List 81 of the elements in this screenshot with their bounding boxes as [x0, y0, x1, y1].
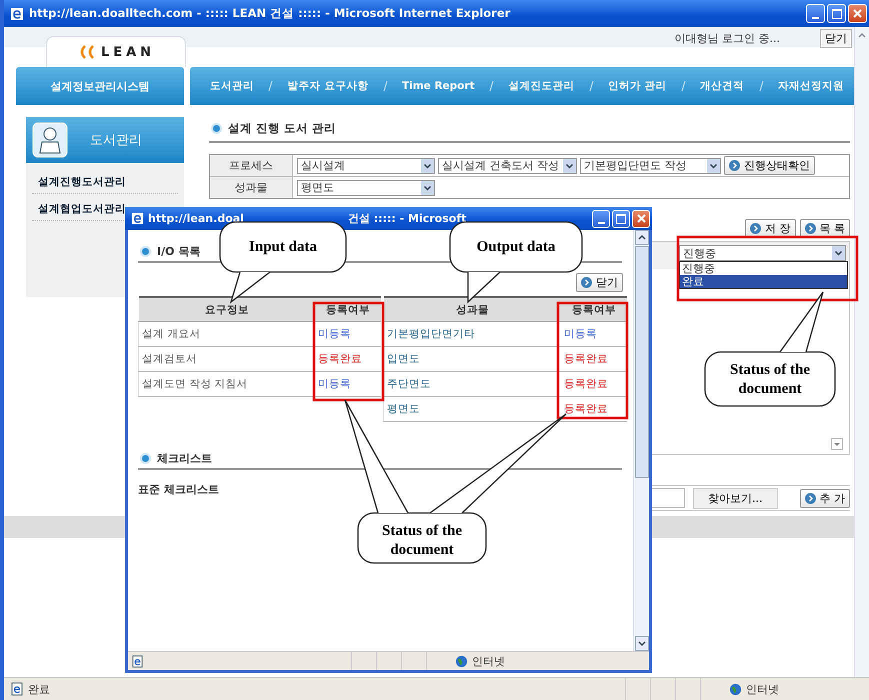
- callout-text: Status of the document: [382, 523, 462, 558]
- arrow-circle-icon: [804, 223, 816, 234]
- section-title: 설계 진행 도서 관리: [228, 120, 336, 136]
- bullet-icon: [142, 248, 149, 254]
- minimize-button[interactable]: [806, 4, 825, 23]
- nav-separator: [488, 81, 494, 91]
- close-icon: [853, 9, 862, 18]
- popup-title: 건설 ::::: - Microsoft: [348, 211, 466, 226]
- dropdown[interactable]: 기본평입단면도 작성: [580, 158, 721, 174]
- close-link[interactable]: 닫기: [820, 29, 852, 48]
- browse-button[interactable]: 찾아보기...: [693, 488, 778, 508]
- column-header: 요구정보: [138, 297, 315, 322]
- zone-text: 인터넷: [746, 682, 779, 696]
- scroll-up-icon: [857, 31, 867, 39]
- arrow-circle-icon: [804, 492, 816, 504]
- scroll-down-icon[interactable]: [634, 636, 648, 651]
- page-icon: [131, 654, 144, 668]
- status-cell: 미등록: [315, 322, 381, 346]
- close-button[interactable]: [632, 210, 650, 228]
- section-title: 체크리스트: [157, 450, 212, 466]
- table-cell: 설계 개요서: [138, 322, 315, 346]
- browser-icon: [131, 212, 144, 225]
- nav-separator: [382, 81, 388, 91]
- document-link[interactable]: 입면도: [384, 346, 561, 372]
- checklist-subtitle: 표준 체크리스트: [138, 482, 220, 497]
- callout-text: Status of the document: [730, 362, 810, 397]
- nav-separator: [268, 81, 274, 91]
- scroll-up-icon[interactable]: [634, 230, 648, 245]
- nav-separator: [758, 81, 764, 91]
- maximize-button[interactable]: [612, 210, 630, 228]
- close-button[interactable]: [848, 4, 867, 23]
- check-status-button[interactable]: 진행상태확인: [724, 156, 815, 175]
- window-title: http://lean.doalltech.com - ::::: LEAN 건설 ::::: - Microsoft Internet Explorer: [29, 6, 510, 21]
- login-status: 이대형님 로그인 중...: [674, 31, 780, 46]
- dropdown[interactable]: 평면도: [297, 180, 435, 196]
- column-header: 성과물: [384, 297, 561, 322]
- scrollbar[interactable]: [633, 230, 649, 651]
- status-cell: 등록완료: [315, 346, 381, 372]
- dropdown[interactable]: 실시설계: [297, 158, 435, 174]
- minimize-button[interactable]: [592, 210, 610, 228]
- person-icon: [32, 122, 68, 158]
- bullet-icon: [213, 124, 220, 132]
- page-icon: [10, 682, 24, 696]
- browser-icon: [10, 6, 24, 20]
- section-title: I/O 목록: [157, 244, 200, 258]
- status-cell: 등록완료: [561, 346, 627, 372]
- table-cell: 설계검토서: [138, 346, 315, 372]
- sidebar-item[interactable]: 설계진행도서관리: [32, 173, 178, 194]
- status-text: 완료: [28, 682, 50, 696]
- document-link[interactable]: 주단면도: [384, 372, 561, 396]
- callout-text: Output data: [476, 239, 556, 255]
- nav-separator: [588, 81, 594, 91]
- form-label: 프로세스: [210, 155, 293, 176]
- document-link[interactable]: 기본평입단면기타: [384, 322, 561, 346]
- zone-text: 인터넷: [472, 654, 505, 668]
- status-cell: 미등록: [561, 322, 627, 346]
- arrow-circle-icon: [581, 277, 592, 288]
- close-icon: [636, 214, 646, 223]
- dropdown[interactable]: 실시설계 건축도서 작성: [438, 158, 577, 174]
- form-label: 성과물: [210, 177, 293, 198]
- arrow-circle-icon: [750, 223, 761, 234]
- status-cell: 미등록: [315, 372, 381, 396]
- table-cell: 설계도면 작성 지침서: [138, 372, 315, 396]
- close-button[interactable]: 닫기: [576, 273, 623, 292]
- system-name: 설계정보관리시스템: [16, 67, 184, 105]
- maximize-button[interactable]: [827, 4, 846, 23]
- callout-text: Input data: [249, 239, 317, 255]
- globe-icon: [729, 682, 742, 696]
- status-cell: 등록완료: [561, 372, 627, 396]
- arrow-circle-icon: [729, 160, 740, 171]
- globe-icon: [455, 654, 468, 668]
- bullet-icon: [142, 454, 149, 462]
- nav-separator: [680, 81, 686, 91]
- logo[interactable]: LEAN: [46, 36, 186, 67]
- sidebar-title: 도서관리: [90, 132, 142, 149]
- dropdown-option[interactable]: 완료: [680, 275, 847, 288]
- add-button[interactable]: 추 가: [800, 488, 850, 508]
- scrollbar[interactable]: [854, 27, 869, 677]
- dropdown-option[interactable]: 진행중: [680, 262, 847, 275]
- document-link[interactable]: 평면도: [384, 396, 561, 422]
- status-dropdown[interactable]: 진행중: [679, 245, 846, 261]
